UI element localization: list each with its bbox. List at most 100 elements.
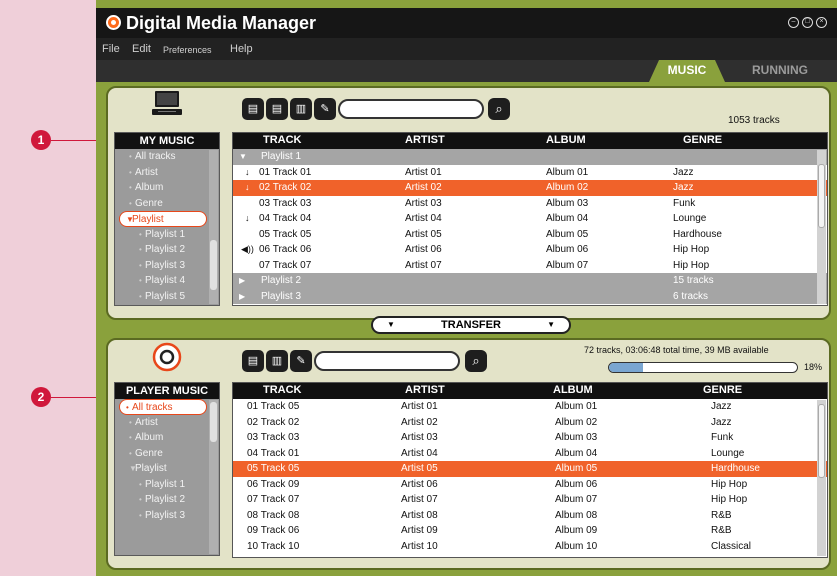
sidebar-item[interactable]: • Playlist 4 [115, 273, 219, 289]
cell-artist: Artist 02 [405, 182, 442, 193]
col-album[interactable]: ALBUM [553, 384, 593, 396]
playlist-group-row[interactable]: ▶ Playlist 2 15 tracks [233, 273, 827, 289]
col-genre[interactable]: GENRE [703, 384, 742, 396]
maximize-icon[interactable]: □ [802, 17, 813, 28]
minimize-icon[interactable]: – [788, 17, 799, 28]
callout-2: 2 [31, 387, 51, 407]
cell-album: Album 05 [555, 463, 598, 474]
delete-icon[interactable]: ▥ [290, 98, 312, 120]
triangle-down-icon[interactable]: ▼ [239, 149, 247, 164]
delete-icon[interactable]: ▥ [266, 350, 288, 372]
menu-preferences[interactable]: Preferences [163, 45, 212, 55]
menu-edit[interactable]: Edit [132, 43, 151, 55]
new-playlist-icon[interactable]: ▤ [242, 350, 264, 372]
playlist-group-row[interactable]: ▶ Playlist 3 6 tracks [233, 288, 827, 304]
transfer-label: TRANSFER [441, 319, 501, 331]
sidebar-item[interactable]: • Playlist 3 [115, 258, 219, 274]
cell-artist: Artist 06 [401, 478, 438, 490]
title-bar: Digital Media Manager – □ × [96, 8, 837, 38]
table-row[interactable]: 05 Track 05 Artist 05 Album 05 Hardhouse [233, 227, 827, 243]
app-logo-icon [106, 15, 121, 30]
col-track[interactable]: TRACK [263, 134, 302, 146]
col-track[interactable]: TRACK [263, 384, 302, 396]
search-input[interactable] [314, 351, 460, 371]
table-row[interactable]: 02 Track 02 Artist 02 Album 02 Jazz [233, 415, 827, 431]
table-row[interactable]: 10 Track 10 Artist 10 Album 10 Classical [233, 539, 827, 555]
col-album[interactable]: ALBUM [546, 134, 586, 146]
table-row[interactable]: 05 Track 05 Artist 05 Album 05 Hardhouse [233, 461, 827, 477]
edit-icon[interactable]: ✎ [290, 350, 312, 372]
sidebar-item[interactable]: • Playlist 1 [115, 477, 219, 493]
sidebar-scrollbar[interactable] [209, 400, 218, 554]
sidebar-item[interactable]: • Genre [115, 196, 219, 212]
table-row[interactable]: 07 Track 07 Artist 07 Album 07 Hip Hop [233, 258, 827, 274]
sidebar-item[interactable]: • Artist [115, 165, 219, 181]
cell-artist: Artist 04 [405, 213, 442, 224]
menu-file[interactable]: File [102, 43, 120, 55]
sidebar-item[interactable]: • Playlist 2 [115, 492, 219, 508]
download-arrow-icon: ↓ [245, 166, 250, 177]
close-icon[interactable]: × [816, 17, 827, 28]
sidebar-item[interactable]: • Artist [115, 415, 219, 431]
table-row[interactable]: 07 Track 07 Artist 07 Album 07 Hip Hop [233, 492, 827, 508]
table-row[interactable]: 08 Track 08 Artist 08 Album 08 R&B [233, 508, 827, 524]
table-row[interactable]: 06 Track 09 Artist 06 Album 06 Hip Hop [233, 477, 827, 493]
edit-icon[interactable]: ✎ [314, 98, 336, 120]
search-input[interactable] [338, 99, 484, 119]
cell-album: Album 06 [546, 244, 589, 255]
sidebar-item[interactable]: • Genre [115, 446, 219, 462]
sidebar-item[interactable]: • Playlist 3 [115, 508, 219, 524]
sidebar-item[interactable]: • All tracks [115, 149, 219, 165]
cell-genre: Hardhouse [673, 228, 722, 240]
table-row[interactable]: 09 Track 06 Artist 09 Album 09 R&B [233, 523, 827, 539]
sidebar-item[interactable]: ▼Playlist [119, 211, 207, 227]
cell-track: 01 Track 01 [259, 166, 312, 178]
table-row[interactable]: 04 Track 01 Artist 04 Album 04 Lounge [233, 446, 827, 462]
transfer-button[interactable]: ▼ TRANSFER ▼ [371, 316, 571, 334]
col-artist[interactable]: ARTIST [405, 134, 445, 146]
sidebar-item-label: Playlist 2 [145, 244, 186, 255]
cell-genre: Funk [673, 197, 696, 209]
table-row[interactable]: 03 Track 03 Artist 03 Album 03 Funk [233, 196, 827, 212]
menu-help[interactable]: Help [230, 43, 253, 55]
table-row[interactable]: 03 Track 03 Artist 03 Album 03 Funk [233, 430, 827, 446]
playlist-group-row[interactable]: ▼ Playlist 1 [233, 149, 827, 165]
search-icon[interactable]: ⌕ [465, 350, 487, 372]
cell-track: 03 Track 03 [247, 432, 300, 443]
tab-running[interactable]: RUNNING [734, 60, 826, 82]
cell-genre: Jazz [711, 401, 732, 412]
cell-genre: Jazz [673, 166, 694, 178]
table-scrollbar[interactable] [817, 400, 826, 556]
cell-track: 04 Track 04 [259, 213, 312, 224]
player-music-sidebar: PLAYER MUSIC • All tracks • Artist • Album • Ge… [114, 382, 220, 556]
sidebar-item[interactable]: • All tracks [119, 399, 207, 415]
search-icon[interactable]: ⌕ [488, 98, 510, 120]
new-playlist-icon[interactable]: ▤ [242, 98, 264, 120]
sidebar-item[interactable]: • Album [115, 430, 219, 446]
triangle-right-icon[interactable]: ▶ [239, 273, 245, 288]
sidebar-item-label: All tracks [135, 151, 176, 162]
tab-music[interactable]: MUSIC [649, 60, 725, 82]
cell-genre: Hip Hop [711, 478, 748, 490]
tab-bar: MUSIC RUNNING [96, 60, 837, 82]
table-row[interactable]: 01 Track 05 Artist 01 Album 01 Jazz [233, 399, 827, 415]
col-genre[interactable]: GENRE [683, 134, 722, 146]
table-row[interactable]: ↓ 01 Track 01 Artist 01 Album 01 Jazz [233, 165, 827, 181]
sidebar-scrollbar[interactable] [209, 150, 218, 304]
col-artist[interactable]: ARTIST [405, 384, 445, 396]
table-row[interactable]: ↓ 02 Track 02 Artist 02 Album 02 Jazz [233, 180, 827, 196]
table-row[interactable]: ↓ 04 Track 04 Artist 04 Album 04 Lounge [233, 211, 827, 227]
sidebar-item[interactable]: ▼Playlist [115, 461, 219, 477]
table-row[interactable]: ◀)) 06 Track 06 Artist 06 Album 06 Hip Hop [233, 242, 827, 258]
chevron-down-icon: ▼ [387, 320, 395, 329]
table-scrollbar[interactable] [817, 150, 826, 304]
sidebar-item[interactable]: • Playlist 2 [115, 242, 219, 258]
sidebar-item[interactable]: • Playlist 5 [115, 289, 219, 305]
sidebar-item[interactable]: • Playlist 1 [115, 227, 219, 243]
app-title: Digital Media Manager [126, 13, 317, 33]
cell-artist: Artist 02 [401, 416, 438, 428]
cell-album: Album 06 [555, 478, 598, 490]
sidebar-item[interactable]: • Album [115, 180, 219, 196]
transfer-to-player-icon[interactable]: ▤ [266, 98, 288, 120]
triangle-right-icon[interactable]: ▶ [239, 289, 245, 304]
